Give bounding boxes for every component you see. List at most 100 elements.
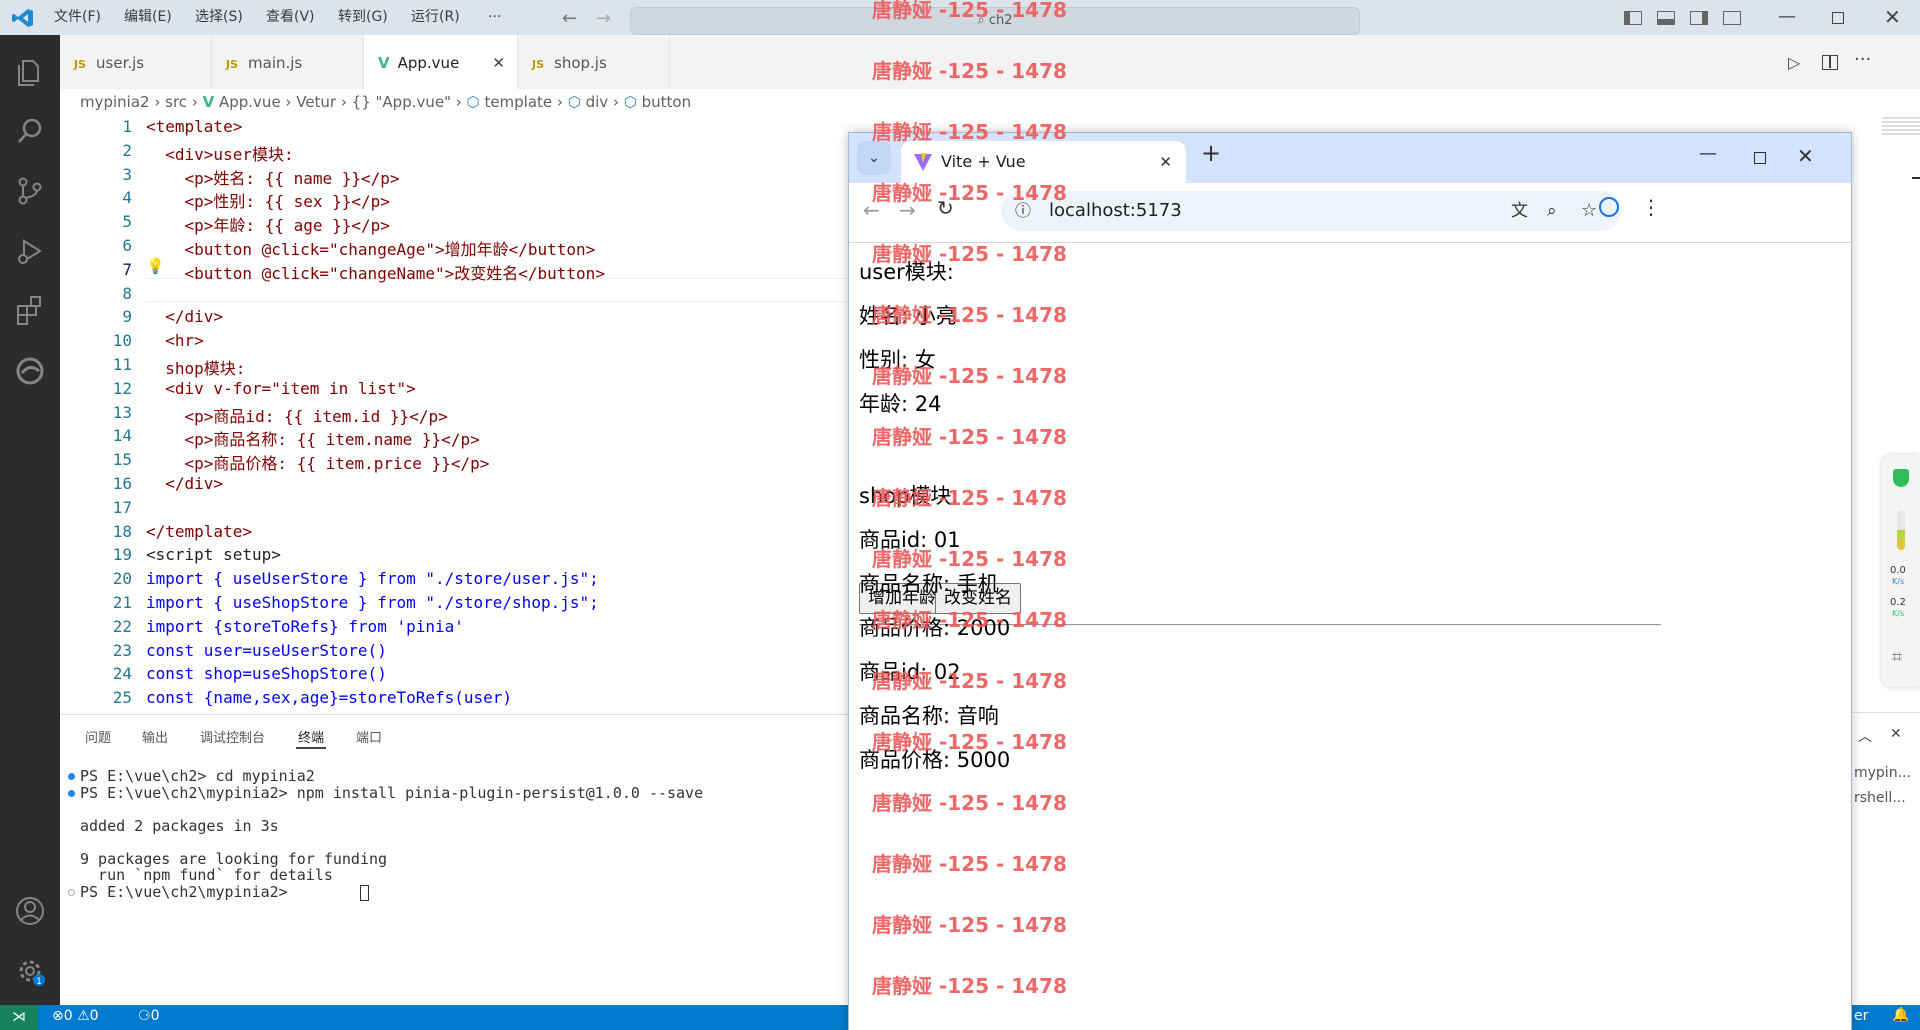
memory-gauge	[1897, 510, 1905, 550]
breadcrumb-item[interactable]: App.vue	[219, 93, 281, 111]
back-arrow-icon[interactable]: ←	[562, 8, 577, 29]
line-number: 22	[112, 616, 132, 636]
maximize-panel-icon[interactable]: ︿	[1858, 726, 1872, 746]
browser-close-icon[interactable]: ✕	[1797, 144, 1814, 168]
network-speed-widget[interactable]: 0.0 K/s 0.2 K/s ⌗	[1882, 455, 1920, 687]
notifications-bell-icon[interactable]: 🔔	[1892, 1007, 1909, 1023]
tab-terminal[interactable]: 终端	[298, 727, 324, 746]
symbol-icon: ⬡	[567, 93, 581, 111]
terminal-instance[interactable]: mypin...	[1854, 765, 1911, 781]
command-status-dot[interactable]	[68, 888, 75, 896]
tab-ports[interactable]: 端口	[356, 727, 382, 746]
status-right-text[interactable]: er	[1854, 1008, 1868, 1024]
tab-search-chevron-icon[interactable]: ⌄	[857, 141, 891, 175]
code-line: shop模块:	[146, 359, 246, 378]
menu-go[interactable]: 转到(G)	[338, 0, 388, 35]
terminal[interactable]: PS E:\vue\ch2> cd mypinia2 PS E:\vue\ch2\…	[60, 759, 850, 999]
customize-layout-icon[interactable]	[1723, 11, 1741, 25]
crop-icon[interactable]: ⌗	[1892, 647, 1902, 668]
code-line: import { useUserStore } from "./store/us…	[146, 569, 599, 589]
download-speed: 0.2	[1890, 597, 1906, 608]
watermark-text: 唐静娅 -125 - 1478	[872, 486, 1067, 510]
tab-output[interactable]: 输出	[142, 727, 168, 746]
code-line: <button @click="changeName">改变姓名</button…	[146, 263, 605, 283]
address-bar[interactable]: ⓘ localhost:5173 ⽂ ⌕ ☆	[1001, 191, 1621, 231]
line-number: 9	[122, 307, 132, 327]
watermark-text: 唐静娅 -125 - 1478	[872, 608, 1067, 632]
tab-user-js[interactable]: JS user.js	[60, 35, 212, 89]
run-debug-icon[interactable]	[12, 233, 48, 269]
search-icon[interactable]	[12, 113, 48, 149]
browser-maximize-icon[interactable]	[1754, 152, 1766, 164]
forward-arrow-icon[interactable]: →	[596, 8, 611, 29]
line-number: 8	[122, 283, 132, 303]
menu-edit[interactable]: 编辑(E)	[124, 0, 172, 35]
split-editor-icon[interactable]	[1822, 55, 1838, 70]
menu-view[interactable]: 查看(V)	[266, 0, 315, 35]
command-status-dot[interactable]	[68, 789, 75, 797]
terminal-instance[interactable]: rshell...	[1854, 790, 1906, 806]
tab-debug-console[interactable]: 调试控制台	[200, 727, 265, 746]
close-window-icon[interactable]: ✕	[1884, 5, 1901, 29]
settings-gear-icon[interactable]: 1	[12, 953, 48, 989]
terminal-line: 9 packages are looking for funding	[80, 849, 388, 868]
line-number: 2	[122, 140, 132, 160]
code-editor[interactable]: 💡 1 <template> 2 <div>user模块: 3 <p>姓名: {{ n…	[60, 115, 906, 715]
tab-shop-js[interactable]: JS shop.js	[518, 35, 670, 89]
watermark-text: 唐静娅 -125 - 1478	[872, 852, 1067, 876]
remote-icon[interactable]: ⋊	[0, 1005, 38, 1030]
breadcrumb-item[interactable]: template	[484, 93, 552, 111]
panel-divider	[1850, 712, 1920, 713]
breadcrumb-item[interactable]: div	[586, 93, 609, 111]
ports-indicator[interactable]: ⚆0	[138, 1008, 159, 1024]
browser-menu-icon[interactable]: ⋮	[1641, 195, 1661, 219]
toggle-panel-icon[interactable]	[1657, 11, 1675, 25]
zoom-icon[interactable]: ⌕	[1547, 191, 1557, 231]
tab-app-vue[interactable]: V App.vue ✕	[364, 35, 518, 89]
terminal-line: PS E:\vue\ch2\mypinia2>	[80, 882, 297, 901]
more-actions-icon[interactable]: ···	[1854, 49, 1871, 70]
breadcrumb-item[interactable]: Vetur	[296, 93, 336, 111]
browser-minimize-icon[interactable]: —	[1699, 143, 1717, 164]
toggle-primary-sidebar-icon[interactable]	[1624, 11, 1642, 25]
tab-main-js[interactable]: JS main.js	[212, 35, 364, 89]
code-line: <template>	[146, 117, 243, 136]
explorer-icon[interactable]	[12, 53, 48, 89]
line-number: 23	[112, 640, 132, 660]
translate-icon[interactable]: ⽂	[1511, 191, 1528, 231]
breadcrumb-item[interactable]: button	[642, 93, 691, 111]
new-tab-icon[interactable]: +	[1201, 139, 1221, 167]
menu-file[interactable]: 文件(F)	[54, 0, 101, 35]
profile-icon[interactable]	[1599, 197, 1619, 217]
menu-run[interactable]: 运行(R)	[411, 0, 460, 35]
breadcrumb-item[interactable]: src	[165, 93, 187, 111]
extensions-icon[interactable]	[12, 293, 48, 329]
toggle-secondary-sidebar-icon[interactable]	[1690, 11, 1708, 25]
code-line: const {name,sex,age}=storeToRefs(user)	[146, 688, 513, 708]
code-line: <p>姓名: {{ name }}</p>	[146, 168, 400, 188]
code-line: <p>年龄: {{ age }}</p>	[146, 216, 390, 236]
code-line: <div v-for="item in list">	[146, 378, 416, 398]
close-browser-tab-icon[interactable]: ✕	[1159, 141, 1172, 183]
tab-problems[interactable]: 问题	[85, 727, 111, 746]
errors-indicator[interactable]: ⊗0 ⚠0	[52, 1008, 99, 1024]
code-line: <p>性别: {{ sex }}</p>	[146, 192, 390, 212]
menu-more[interactable]: ···	[488, 0, 501, 35]
edge-devtools-icon[interactable]	[12, 353, 48, 389]
close-tab-icon[interactable]: ✕	[492, 35, 505, 91]
minimize-icon[interactable]: —	[1778, 6, 1796, 27]
close-panel-icon[interactable]: ✕	[1890, 726, 1902, 742]
run-file-icon[interactable]: ▷	[1788, 53, 1800, 72]
restore-icon[interactable]	[1832, 12, 1844, 24]
bookmark-star-icon[interactable]: ☆	[1581, 191, 1597, 231]
source-control-icon[interactable]	[12, 173, 48, 209]
menu-selection[interactable]: 选择(S)	[195, 0, 243, 35]
code-line: const shop=useShopStore()	[146, 664, 387, 684]
line-number: 3	[122, 164, 132, 184]
command-status-dot[interactable]	[68, 773, 75, 780]
line-number: 24	[112, 664, 132, 684]
accounts-icon[interactable]	[12, 893, 48, 929]
breadcrumb-item[interactable]: mypinia2	[80, 93, 150, 111]
code-line: <hr>	[146, 331, 204, 351]
breadcrumb-item[interactable]: {} "App.vue"	[352, 93, 451, 111]
